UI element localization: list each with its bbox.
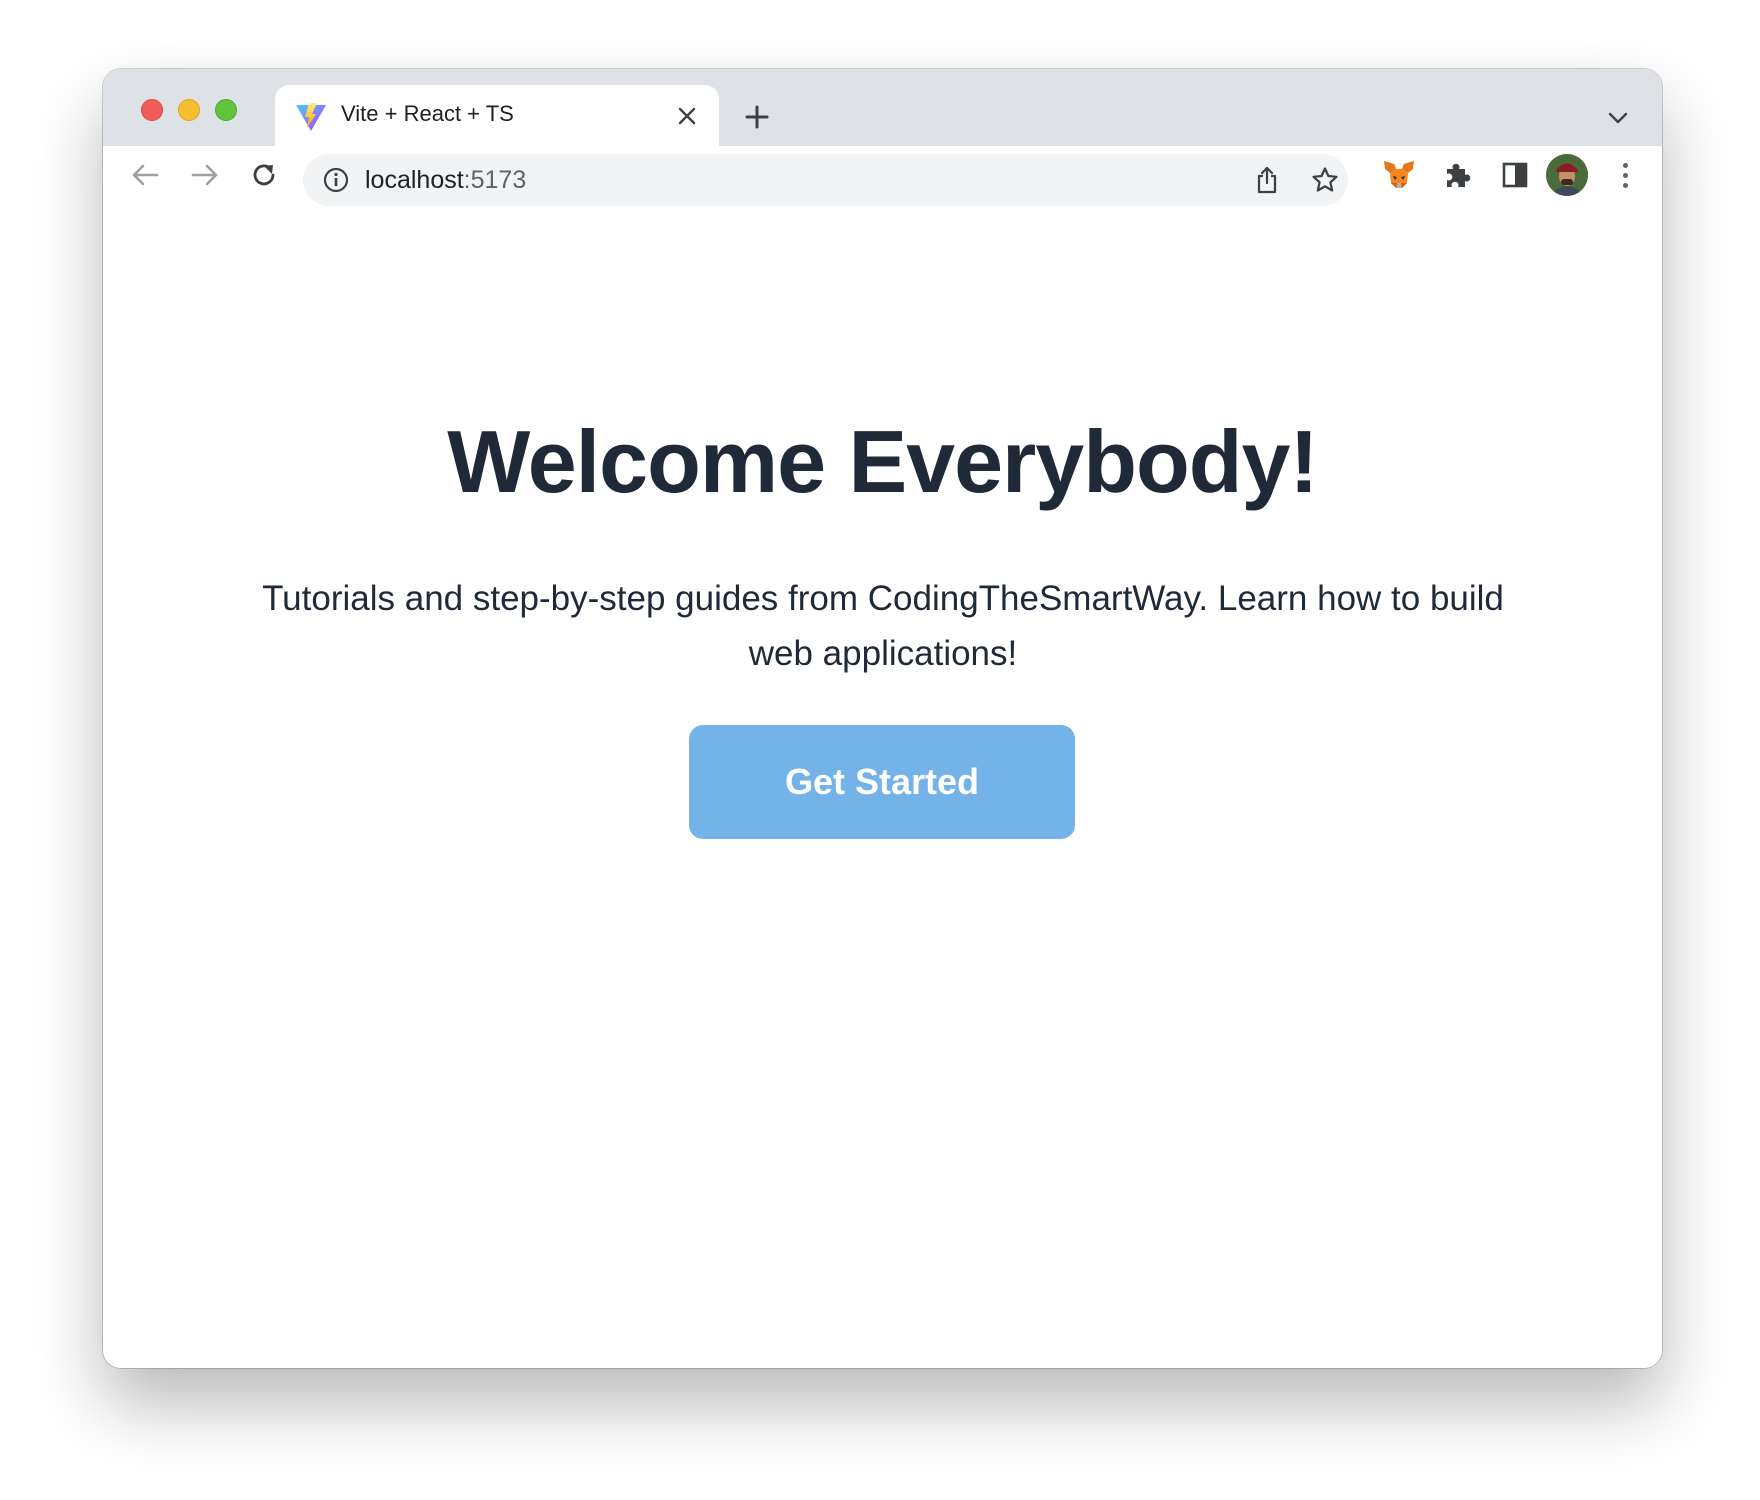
- side-panel-button[interactable]: [1495, 155, 1535, 195]
- url-port: :5173: [463, 166, 527, 194]
- metamask-extension-button[interactable]: [1379, 155, 1419, 195]
- minimize-window-button[interactable]: [178, 99, 200, 121]
- arrow-right-icon: [191, 164, 218, 186]
- metamask-fox-icon: [1384, 161, 1414, 188]
- vite-logo-icon: [296, 103, 326, 131]
- reload-icon: [253, 164, 275, 186]
- page-subtitle: Tutorials and step-by-step guides from C…: [262, 579, 1504, 673]
- page-title: Welcome Everybody!: [447, 412, 1318, 511]
- tab-title: Vite + React + TS: [341, 101, 514, 126]
- close-window-button[interactable]: [141, 99, 163, 121]
- arrow-left-icon: [132, 164, 159, 186]
- avatar-image: [1546, 154, 1588, 196]
- kebab-menu-icon[interactable]: [1613, 155, 1637, 195]
- reload-button[interactable]: [244, 155, 284, 195]
- tab-vite-react-ts[interactable]: Vite + React + TS: [275, 85, 719, 147]
- profile-avatar[interactable]: [1546, 154, 1588, 196]
- puzzle-piece-icon: [1447, 163, 1471, 187]
- page-viewport: Welcome Everybody! Tutorials and step-by…: [103, 215, 1662, 1368]
- url-host: localhost: [365, 166, 464, 194]
- get-started-button[interactable]: Get Started: [689, 725, 1075, 839]
- star-icon: [1312, 167, 1338, 192]
- share-button[interactable]: [1251, 164, 1283, 196]
- url-text: localhost:5173: [365, 166, 526, 195]
- info-icon[interactable]: [323, 167, 349, 193]
- new-tab-button[interactable]: [740, 100, 774, 134]
- close-tab-icon[interactable]: [673, 102, 701, 130]
- browser-window: Vite + React + TS localhost:5173 Welcome…: [103, 69, 1662, 1368]
- maximize-window-button[interactable]: [215, 99, 237, 121]
- extensions-button[interactable]: [1437, 155, 1477, 195]
- side-panel-icon: [1502, 162, 1528, 188]
- tab-strip: Vite + React + TS: [103, 69, 1662, 147]
- forward-button[interactable]: [185, 155, 225, 195]
- back-button[interactable]: [125, 155, 165, 195]
- address-bar[interactable]: localhost:5173: [303, 154, 1348, 206]
- bookmark-button[interactable]: [1309, 164, 1341, 196]
- tab-search-chevron-down-icon[interactable]: [1603, 103, 1633, 133]
- share-icon: [1257, 166, 1277, 194]
